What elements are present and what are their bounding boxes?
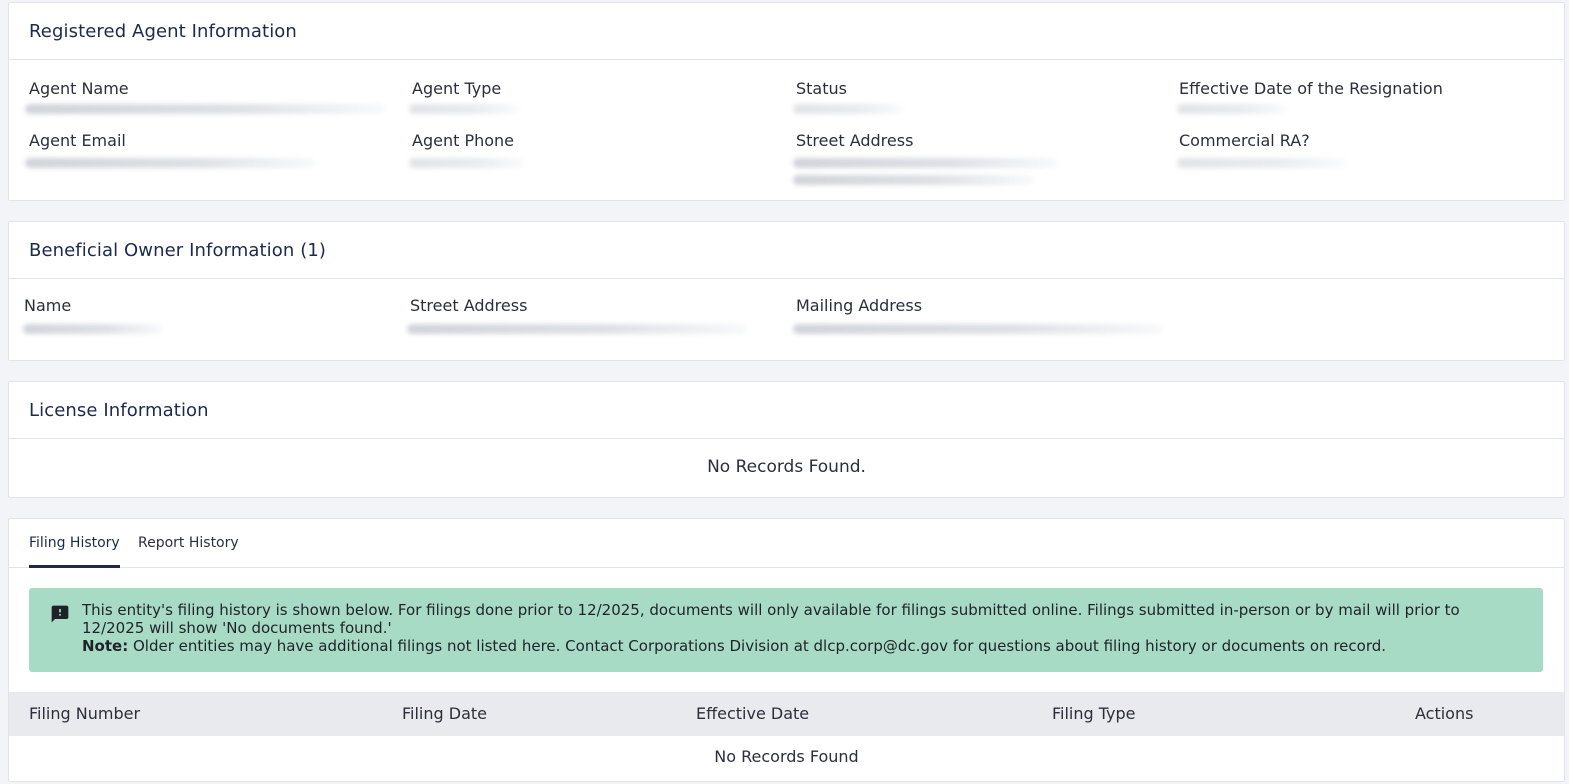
agent-phone-label: Agent Phone — [412, 131, 515, 150]
registered-agent-title: Registered Agent Information — [29, 20, 297, 42]
agent-phone-value-redacted — [409, 158, 524, 168]
notice-note-label: Note: — [82, 637, 129, 655]
owner-name-label: Name — [24, 296, 72, 315]
history-card: Filing History Report History This entit… — [8, 518, 1565, 782]
notice-note-text: Older entities may have additional filin… — [128, 637, 1387, 655]
license-header: License Information — [9, 382, 1564, 439]
commercial-ra-label: Commercial RA? — [1179, 131, 1310, 150]
tab-report-history[interactable]: Report History — [138, 535, 239, 565]
status-value-redacted — [793, 104, 903, 114]
street-address-line2-redacted — [793, 175, 1033, 185]
beneficial-owner-card: Beneficial Owner Information (1) Name St… — [8, 221, 1565, 361]
beneficial-owner-header: Beneficial Owner Information (1) — [9, 222, 1564, 279]
agent-type-value-redacted — [409, 104, 519, 114]
column-filing-type: Filing Type — [1052, 704, 1136, 723]
agent-name-label: Agent Name — [29, 79, 129, 98]
agent-email-label: Agent Email — [29, 131, 126, 150]
notice-note: Note: Older entities may have additional… — [82, 637, 1523, 655]
status-label: Status — [796, 79, 847, 98]
license-card: License Information No Records Found. — [8, 381, 1565, 498]
registered-agent-card: Registered Agent Information Agent Name … — [8, 2, 1565, 201]
feedback-icon — [51, 605, 69, 623]
column-filing-date: Filing Date — [402, 704, 487, 723]
owner-mailing-address-label: Mailing Address — [796, 296, 923, 315]
filing-table-empty-message: No Records Found — [714, 747, 859, 766]
owner-name-value-redacted — [23, 324, 163, 334]
effective-date-value-redacted — [1177, 104, 1287, 114]
column-filing-number: Filing Number — [29, 704, 141, 723]
owner-mailing-address-value-redacted — [793, 324, 1163, 334]
agent-email-value-redacted — [25, 158, 315, 168]
notice-text: This entity's filing history is shown be… — [82, 601, 1460, 637]
agent-type-label: Agent Type — [412, 79, 502, 98]
registered-agent-header: Registered Agent Information — [9, 3, 1564, 60]
owner-street-address-value-redacted — [407, 324, 747, 334]
street-address-label: Street Address — [796, 131, 914, 150]
license-empty-message: No Records Found. — [707, 457, 866, 477]
beneficial-owner-title: Beneficial Owner Information (1) — [29, 239, 327, 261]
filing-table-header: Filing Number Filing Date Effective Date… — [9, 692, 1564, 736]
effective-date-label: Effective Date of the Resignation — [1179, 79, 1443, 98]
tab-filing-history[interactable]: Filing History — [29, 535, 120, 568]
filing-history-notice: This entity's filing history is shown be… — [29, 588, 1543, 672]
history-tabs: Filing History Report History — [9, 519, 1564, 568]
commercial-ra-value-redacted — [1177, 158, 1347, 168]
agent-name-value-redacted — [25, 104, 385, 114]
column-effective-date: Effective Date — [696, 704, 810, 723]
owner-street-address-label: Street Address — [410, 296, 528, 315]
license-title: License Information — [29, 399, 209, 421]
column-actions: Actions — [1415, 704, 1474, 723]
street-address-line1-redacted — [793, 158, 1058, 168]
